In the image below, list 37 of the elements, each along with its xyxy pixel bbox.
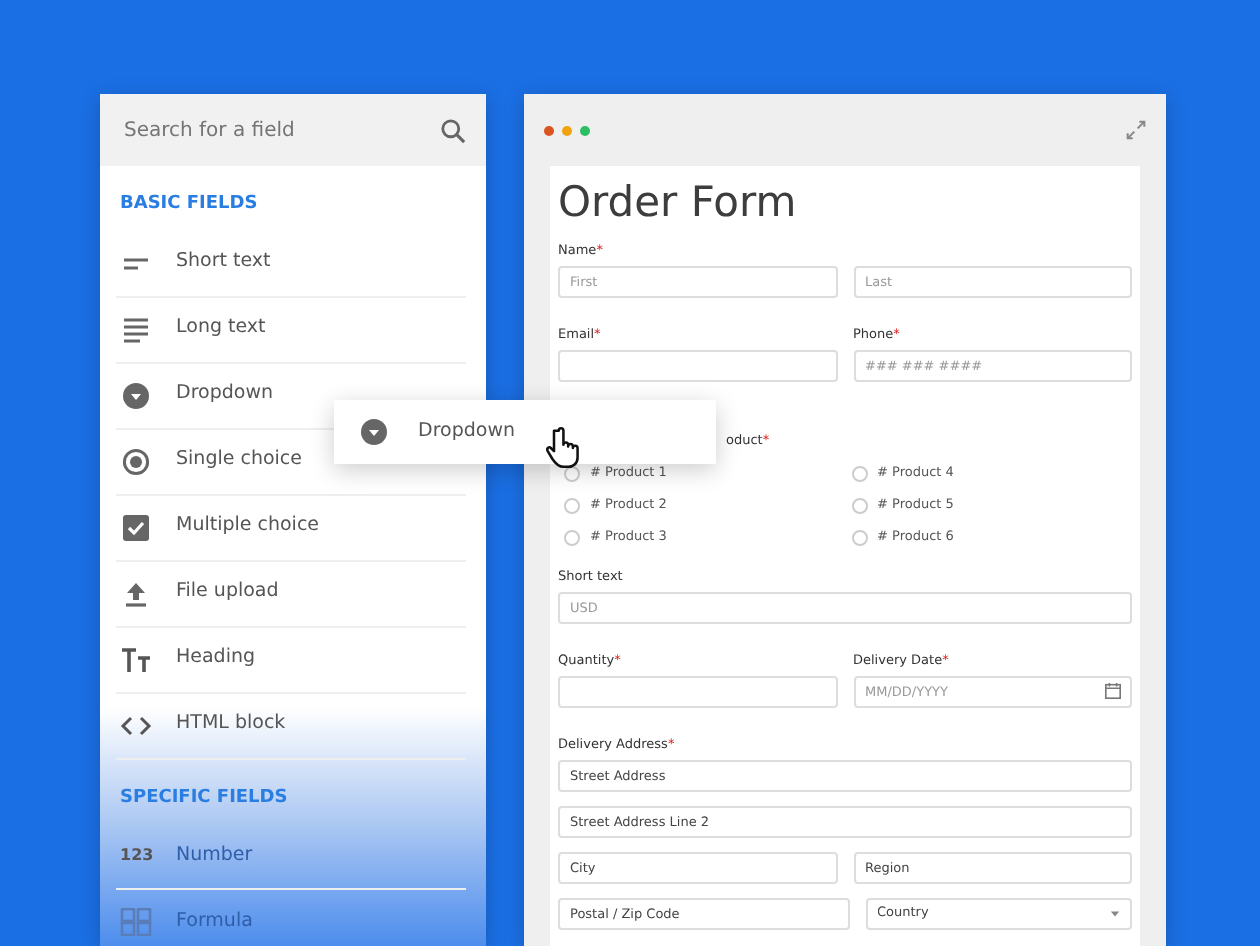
checkbox-icon xyxy=(120,513,152,541)
long-text-icon xyxy=(120,315,152,343)
dragged-field-item[interactable]: Dropdown xyxy=(334,400,716,464)
window-dot[interactable] xyxy=(544,125,554,135)
input-field[interactable] xyxy=(558,676,837,709)
search-bar[interactable]: Search for a field xyxy=(100,94,486,166)
dropdown-icon xyxy=(120,381,152,409)
radio-icon xyxy=(120,447,152,475)
search-field[interactable]: Search for a field xyxy=(120,113,400,147)
number-icon: 123 xyxy=(120,844,152,868)
radio-button[interactable] xyxy=(851,530,867,547)
form-title: Order Form xyxy=(558,178,799,227)
field-type-item[interactable]: HTML block xyxy=(116,693,466,759)
code-icon xyxy=(120,711,152,739)
radio-button[interactable] xyxy=(564,530,580,547)
field-type-item[interactable]: File upload xyxy=(116,561,466,627)
search-icon xyxy=(440,117,466,143)
radio-button[interactable] xyxy=(851,466,867,483)
expand-icon xyxy=(1126,120,1146,140)
field-type-item[interactable]: Heading xyxy=(116,627,466,693)
section-heading: SPECIFIC FIELDS xyxy=(118,785,290,811)
window-dot[interactable] xyxy=(580,125,590,135)
radio-button[interactable] xyxy=(851,498,867,515)
radio-button[interactable] xyxy=(564,498,580,515)
field-type-item[interactable]: Short text xyxy=(116,231,466,297)
field-type-item[interactable]: Long text xyxy=(116,297,466,363)
formula-icon xyxy=(120,908,152,936)
field-type-item[interactable]: 123 Number xyxy=(116,824,466,890)
input-field[interactable] xyxy=(558,350,837,383)
caret-icon xyxy=(1110,910,1120,919)
upload-icon xyxy=(120,579,152,607)
field-type-item[interactable]: Multiple choice xyxy=(116,495,466,561)
dropdown-icon xyxy=(358,418,390,446)
calendar-icon xyxy=(1104,682,1122,701)
section-heading: BASIC FIELDS xyxy=(118,192,260,218)
heading-icon xyxy=(120,645,152,673)
window-dot[interactable] xyxy=(562,125,572,135)
